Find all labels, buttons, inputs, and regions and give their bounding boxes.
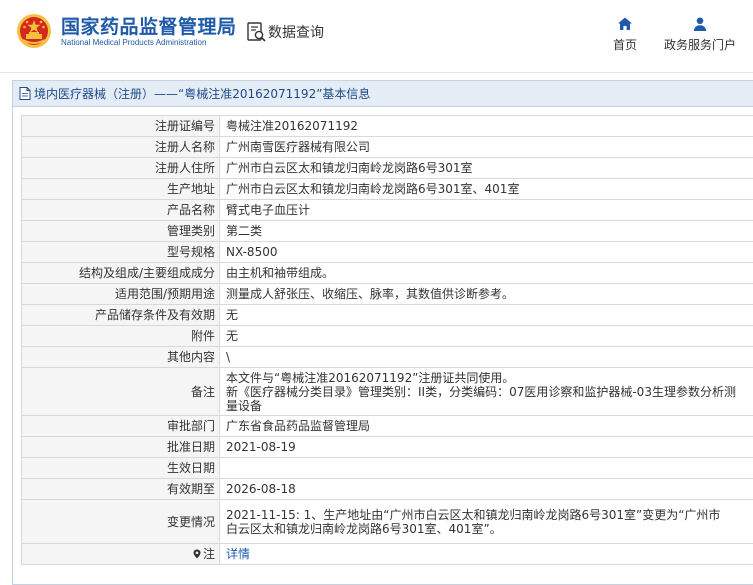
row-label: 批准日期 <box>21 436 220 458</box>
remark-line: 量设备 <box>226 398 263 413</box>
row-label: 产品储存条件及有效期 <box>21 304 220 326</box>
table-row: 变更情况 2021-11-15: 1、生产地址由“广州市白云区太和镇龙归南岭龙岗… <box>21 499 753 544</box>
location-pin-icon <box>193 549 201 559</box>
panel-title-bar: 境内医疗器械（注册）——“粤械注准20162071192”基本信息 <box>13 81 753 107</box>
row-label: 注册人名称 <box>21 136 220 158</box>
table-row: 附件 无 <box>21 325 753 347</box>
nav-gov-portal-label: 政务服务门户 <box>663 38 736 52</box>
row-label: 型号规格 <box>21 241 220 263</box>
row-value: 广州南雪医疗器械有限公司 <box>219 136 753 158</box>
details-link[interactable]: 详情 <box>226 547 250 561</box>
row-value: 2026-08-18 <box>219 478 753 500</box>
row-label: 生产地址 <box>21 178 220 200</box>
table-row: 注册证编号 粤械注准20162071192 <box>21 115 753 137</box>
row-value: 广州市白云区太和镇龙归南岭龙岗路6号301室 <box>219 157 753 179</box>
note-label: 注 <box>202 547 215 561</box>
table-row: 产品名称 臂式电子血压计 <box>21 199 753 221</box>
table-row: 管理类别 第二类 <box>21 220 753 242</box>
row-value: \ <box>219 346 753 368</box>
row-label: 产品名称 <box>21 199 220 221</box>
national-emblem-icon[interactable] <box>16 13 52 49</box>
row-label: 变更情况 <box>21 499 220 544</box>
table-row: 审批部门 广东省食品药品监督管理局 <box>21 415 753 437</box>
row-label: 附件 <box>21 325 220 347</box>
row-label: 有效期至 <box>21 478 220 500</box>
table-row: 备注 本文件与“粤械注准20162071192”注册证共同使用。 新《医疗器械分… <box>21 367 753 416</box>
row-value: 无 <box>219 325 753 347</box>
row-label-note: 注 <box>21 543 220 565</box>
row-label: 备注 <box>21 367 220 416</box>
row-value <box>219 457 753 479</box>
row-label: 注册人住所 <box>21 157 220 179</box>
table-row: 有效期至 2026-08-18 <box>21 478 753 500</box>
row-label: 适用范围/预期用途 <box>21 283 220 305</box>
table-row: 批准日期 2021-08-19 <box>21 436 753 458</box>
table-row: 适用范围/预期用途 测量成人舒张压、收缩压、脉率，其数值供诊断参考。 <box>21 283 753 305</box>
row-label: 生效日期 <box>21 457 220 479</box>
table-row: 产品储存条件及有效期 无 <box>21 304 753 326</box>
table-row: 注册人住所 广州市白云区太和镇龙归南岭龙岗路6号301室 <box>21 157 753 179</box>
row-value: NX-8500 <box>219 241 753 263</box>
user-icon <box>693 17 707 31</box>
table-row: 结构及组成/主要组成成分 由主机和袖带组成。 <box>21 262 753 284</box>
row-label: 管理类别 <box>21 220 220 242</box>
row-value: 详情 <box>219 543 753 565</box>
row-value: 2021-08-19 <box>219 436 753 458</box>
table-row: 生产地址 广州市白云区太和镇龙归南岭龙岗路6号301室、401室 <box>21 178 753 200</box>
detail-panel: 境内医疗器械（注册）——“粤械注准20162071192”基本信息 注册证编号 … <box>12 80 753 585</box>
row-label: 结构及组成/主要组成成分 <box>21 262 220 284</box>
data-query-link[interactable]: 数据查询 <box>268 22 324 42</box>
row-value: 测量成人舒张压、收缩压、脉率，其数值供诊断参考。 <box>219 283 753 305</box>
home-icon <box>618 17 632 30</box>
header-divider <box>0 72 753 73</box>
row-value: 臂式电子血压计 <box>219 199 753 221</box>
info-table: 注册证编号 粤械注准20162071192 注册人名称 广州南雪医疗器械有限公司… <box>21 115 753 565</box>
row-label: 注册证编号 <box>21 115 220 137</box>
site-header: 国家药品监督管理局 National Medical Products Admi… <box>0 0 753 72</box>
remark-line: 新《医疗器械分类目录》管理类别：II类，分类编码：07医用诊察和监护器械-03生… <box>226 384 736 399</box>
row-value: 由主机和袖带组成。 <box>219 262 753 284</box>
row-value: 广州市白云区太和镇龙归南岭龙岗路6号301室、401室 <box>219 178 753 200</box>
row-value: 2021-11-15: 1、生产地址由“广州市白云区太和镇龙归南岭龙岗路6号30… <box>219 499 753 544</box>
nav-home-label: 首页 <box>612 38 637 52</box>
change-line: 白云区太和镇龙归南岭龙岗路6号301室、401室”。 <box>226 521 502 536</box>
table-row: 生效日期 <box>21 457 753 479</box>
table-row: 型号规格 NX-8500 <box>21 241 753 263</box>
nav-gov-portal[interactable]: 政务服务门户 <box>660 16 740 56</box>
panel-title: 境内医疗器械（注册）——“粤械注准20162071192”基本信息 <box>34 87 371 101</box>
row-label: 审批部门 <box>21 415 220 437</box>
table-row: 其他内容 \ <box>21 346 753 368</box>
site-title-cn[interactable]: 国家药品监督管理局 <box>61 12 237 39</box>
data-query-icon[interactable] <box>247 22 267 44</box>
row-value: 本文件与“粤械注准20162071192”注册证共同使用。 新《医疗器械分类目录… <box>219 367 753 416</box>
row-value: 粤械注准20162071192 <box>219 115 753 137</box>
row-value: 无 <box>219 304 753 326</box>
table-row: 注 详情 <box>21 543 753 565</box>
row-label: 其他内容 <box>21 346 220 368</box>
table-row: 注册人名称 广州南雪医疗器械有限公司 <box>21 136 753 158</box>
nav-home[interactable]: 首页 <box>605 16 645 56</box>
row-value: 广东省食品药品监督管理局 <box>219 415 753 437</box>
row-value: 第二类 <box>219 220 753 242</box>
remark-line: 本文件与“粤械注准20162071192”注册证共同使用。 <box>226 370 515 385</box>
change-line: 2021-11-15: 1、生产地址由“广州市白云区太和镇龙归南岭龙岗路6号30… <box>226 507 721 522</box>
site-title-en[interactable]: National Medical Products Administration <box>61 38 206 47</box>
document-icon <box>19 87 31 100</box>
